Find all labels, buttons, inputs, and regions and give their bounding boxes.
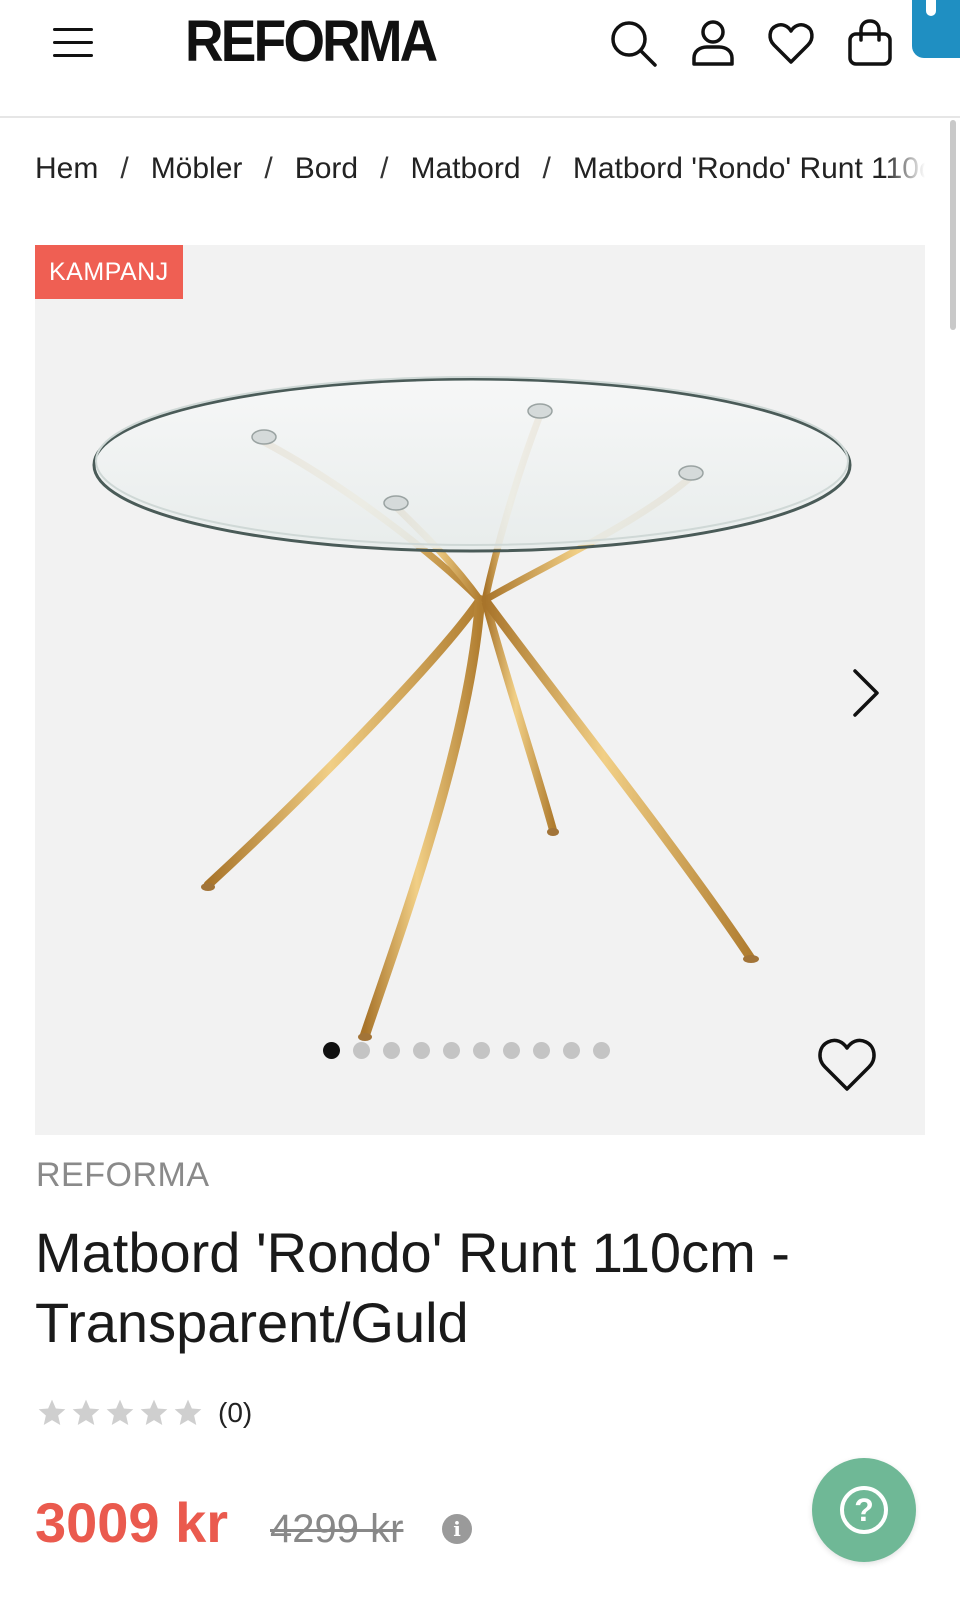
star-icon [174, 1399, 202, 1425]
breadcrumb: Hem / Möbler / Bord / Matbord / Matbord 'Rondo' … [35, 152, 925, 196]
product-image [92, 376, 852, 1041]
page-scrollbar[interactable] [950, 120, 956, 330]
breadcrumb-separator: / [542, 152, 551, 185]
search-icon[interactable] [608, 18, 658, 68]
breadcrumb-separator: / [120, 152, 129, 185]
gallery-dot[interactable] [503, 1042, 520, 1059]
breadcrumb-bord[interactable]: Bord [295, 152, 358, 185]
gallery-dot[interactable] [593, 1042, 610, 1059]
breadcrumb-separator: / [380, 152, 389, 185]
original-price: 4299 kr [270, 1507, 404, 1551]
cart-icon[interactable] [845, 18, 895, 68]
star-icon [106, 1399, 134, 1425]
product-rating[interactable]: (0) [36, 1393, 252, 1433]
campaign-badge: KAMPANJ [35, 245, 183, 299]
next-image-button[interactable] [845, 663, 889, 723]
product-gallery[interactable]: KAMPANJ [35, 245, 925, 1135]
price-info-icon[interactable]: i [442, 1514, 472, 1544]
help-chat-button[interactable]: ? [812, 1458, 916, 1562]
gallery-dot[interactable] [533, 1042, 550, 1059]
user-icon[interactable] [688, 18, 738, 68]
review-count[interactable]: (0) [218, 1397, 252, 1429]
breadcrumb-matbord[interactable]: Matbord [410, 152, 520, 185]
star-icon [140, 1399, 168, 1425]
gallery-pagination [323, 1042, 610, 1062]
heart-icon[interactable] [766, 18, 816, 68]
question-icon: ? [840, 1486, 888, 1534]
star-icon [72, 1399, 100, 1425]
add-to-wishlist-button[interactable] [815, 1035, 879, 1095]
menu-icon[interactable] [50, 20, 96, 66]
gallery-dot[interactable] [443, 1042, 460, 1059]
star-icon [38, 1399, 66, 1425]
product-title: Matbord 'Rondo' Runt 110cm - Transparent… [35, 1221, 790, 1354]
gallery-dot[interactable] [473, 1042, 490, 1059]
gallery-dot[interactable] [323, 1042, 340, 1059]
chevron-right-icon [853, 669, 879, 717]
gallery-dot[interactable] [413, 1042, 430, 1059]
product-brand[interactable]: REFORMA [36, 1156, 210, 1195]
breadcrumb-fade [885, 152, 925, 196]
scroll-top-tab[interactable] [912, 0, 960, 58]
gallery-dot[interactable] [383, 1042, 400, 1059]
current-price: 3009 kr [35, 1491, 229, 1554]
gallery-dot[interactable] [563, 1042, 580, 1059]
breadcrumb-current: Matbord 'Rondo' Runt 110cm - Transparent… [572, 152, 925, 185]
rating-stars [36, 1397, 204, 1429]
site-logo[interactable]: REFORMA [185, 8, 438, 75]
breadcrumb-separator: / [264, 152, 273, 185]
breadcrumb-mobler[interactable]: Möbler [151, 152, 243, 185]
breadcrumb-home[interactable]: Hem [35, 152, 98, 185]
gallery-dot[interactable] [353, 1042, 370, 1059]
site-header: REFORMA [0, 0, 960, 118]
heart-icon [818, 1038, 876, 1091]
